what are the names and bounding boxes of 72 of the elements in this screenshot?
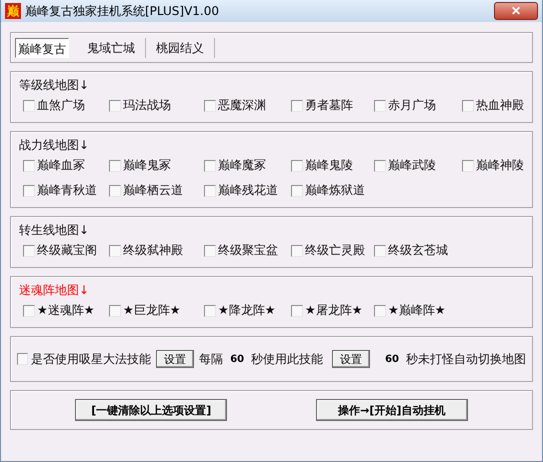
checkbox[interactable] [462,160,474,172]
checkbox-label[interactable]: 巅峰栖云道 [123,182,183,199]
checkbox[interactable] [204,184,216,196]
checkbox-label[interactable]: 终级聚宝盆 [218,242,278,259]
checkbox[interactable] [23,100,35,112]
group-title: 迷魂阵地图↓ [19,282,90,299]
checkbox-label[interactable]: ★巅峰阵★ [388,302,446,319]
checkbox-label[interactable]: ★屠龙阵★ [305,302,363,319]
checkbox-label[interactable]: 恶魔深渊 [218,97,266,114]
checkbox[interactable] [374,304,386,316]
tab[interactable]: 鬼域亡城 [77,38,146,58]
checkbox[interactable] [291,160,303,172]
interval-label: 秒使用此技能 [251,350,324,368]
checkbox-label[interactable]: 巅峰神陵 [476,157,524,174]
checkbox[interactable] [17,353,28,365]
checkbox-label[interactable]: 终级藏宝阁 [37,242,97,259]
timeout-value: 60 [385,354,399,364]
checkbox[interactable] [23,184,35,196]
checkbox-label[interactable]: 巅峰鬼冢 [123,157,171,174]
checkbox-label[interactable]: 热血神殿 [476,97,524,114]
checkbox-label[interactable]: 玛法战场 [123,97,171,114]
checkbox[interactable] [109,304,121,316]
checkbox-label[interactable]: 巅峰炼狱道 [305,182,365,199]
checkbox-label[interactable]: 终级玄苍城 [388,242,448,259]
checkbox[interactable] [291,100,303,112]
checkbox-label[interactable]: 是否使用吸星大法技能 [31,350,152,368]
checkbox-label[interactable]: 巅峰残花道 [218,182,278,199]
checkbox[interactable] [109,160,121,172]
checkbox-label[interactable]: 巅峰青秋道 [37,182,97,199]
checkbox-label[interactable]: 终级弑神殿 [123,242,183,259]
checkbox[interactable] [204,160,216,172]
checkbox[interactable] [109,100,121,112]
checkbox-label[interactable]: ★降龙阵★ [218,302,276,319]
checkbox[interactable] [204,244,216,256]
timeout-label: 秒未打怪自动切换地图 [406,350,526,368]
checkbox[interactable] [109,244,121,256]
checkbox[interactable] [374,160,386,172]
checkbox-label[interactable]: 巅峰武陵 [388,157,436,174]
checkbox-label[interactable]: ★巨龙阵★ [123,302,181,319]
action-button[interactable]: [一键清除以上选项设置] [75,399,228,421]
checkbox-label[interactable]: 勇者墓阵 [305,97,353,114]
settings-button[interactable]: 设置 [156,350,194,368]
checkbox[interactable] [204,100,216,112]
group-title: 等级线地图↓ [19,77,90,94]
checkbox-label[interactable]: 血煞广场 [37,97,85,114]
checkbox-label[interactable]: 巅峰鬼陵 [305,157,353,174]
checkbox[interactable] [462,100,474,112]
tab[interactable]: 桃园结义 [146,38,215,58]
checkbox-label[interactable]: 巅峰魔冢 [218,157,266,174]
checkbox[interactable] [23,244,35,256]
checkbox-label[interactable]: 巅峰血冢 [37,157,85,174]
interval-value: 60 [230,354,244,364]
app-icon: 巅 [5,3,21,19]
checkbox[interactable] [374,244,386,256]
settings-button[interactable]: 设置 [332,350,370,368]
window-title: 巅峰复古独家挂机系统[PLUS]V1.00 [25,2,220,20]
group-title: 战力线地图↓ [19,137,90,154]
checkbox-label[interactable]: 赤月广场 [388,97,436,114]
checkbox[interactable] [291,304,303,316]
group-title: 转生线地图↓ [19,222,90,239]
checkbox-label[interactable]: ★迷魂阵★ [37,302,95,319]
checkbox[interactable] [291,184,303,196]
checkbox[interactable] [109,184,121,196]
checkbox[interactable] [291,244,303,256]
checkbox[interactable] [23,304,35,316]
checkbox[interactable] [204,304,216,316]
checkbox[interactable] [374,100,386,112]
action-button[interactable]: 操作→[开始]自动挂机 [316,399,468,421]
tab[interactable]: 巅峰复古 [15,38,69,58]
checkbox[interactable] [23,160,35,172]
checkbox-label[interactable]: 终级亡灵殿 [305,242,365,259]
interval-label: 每隔 [199,350,224,368]
